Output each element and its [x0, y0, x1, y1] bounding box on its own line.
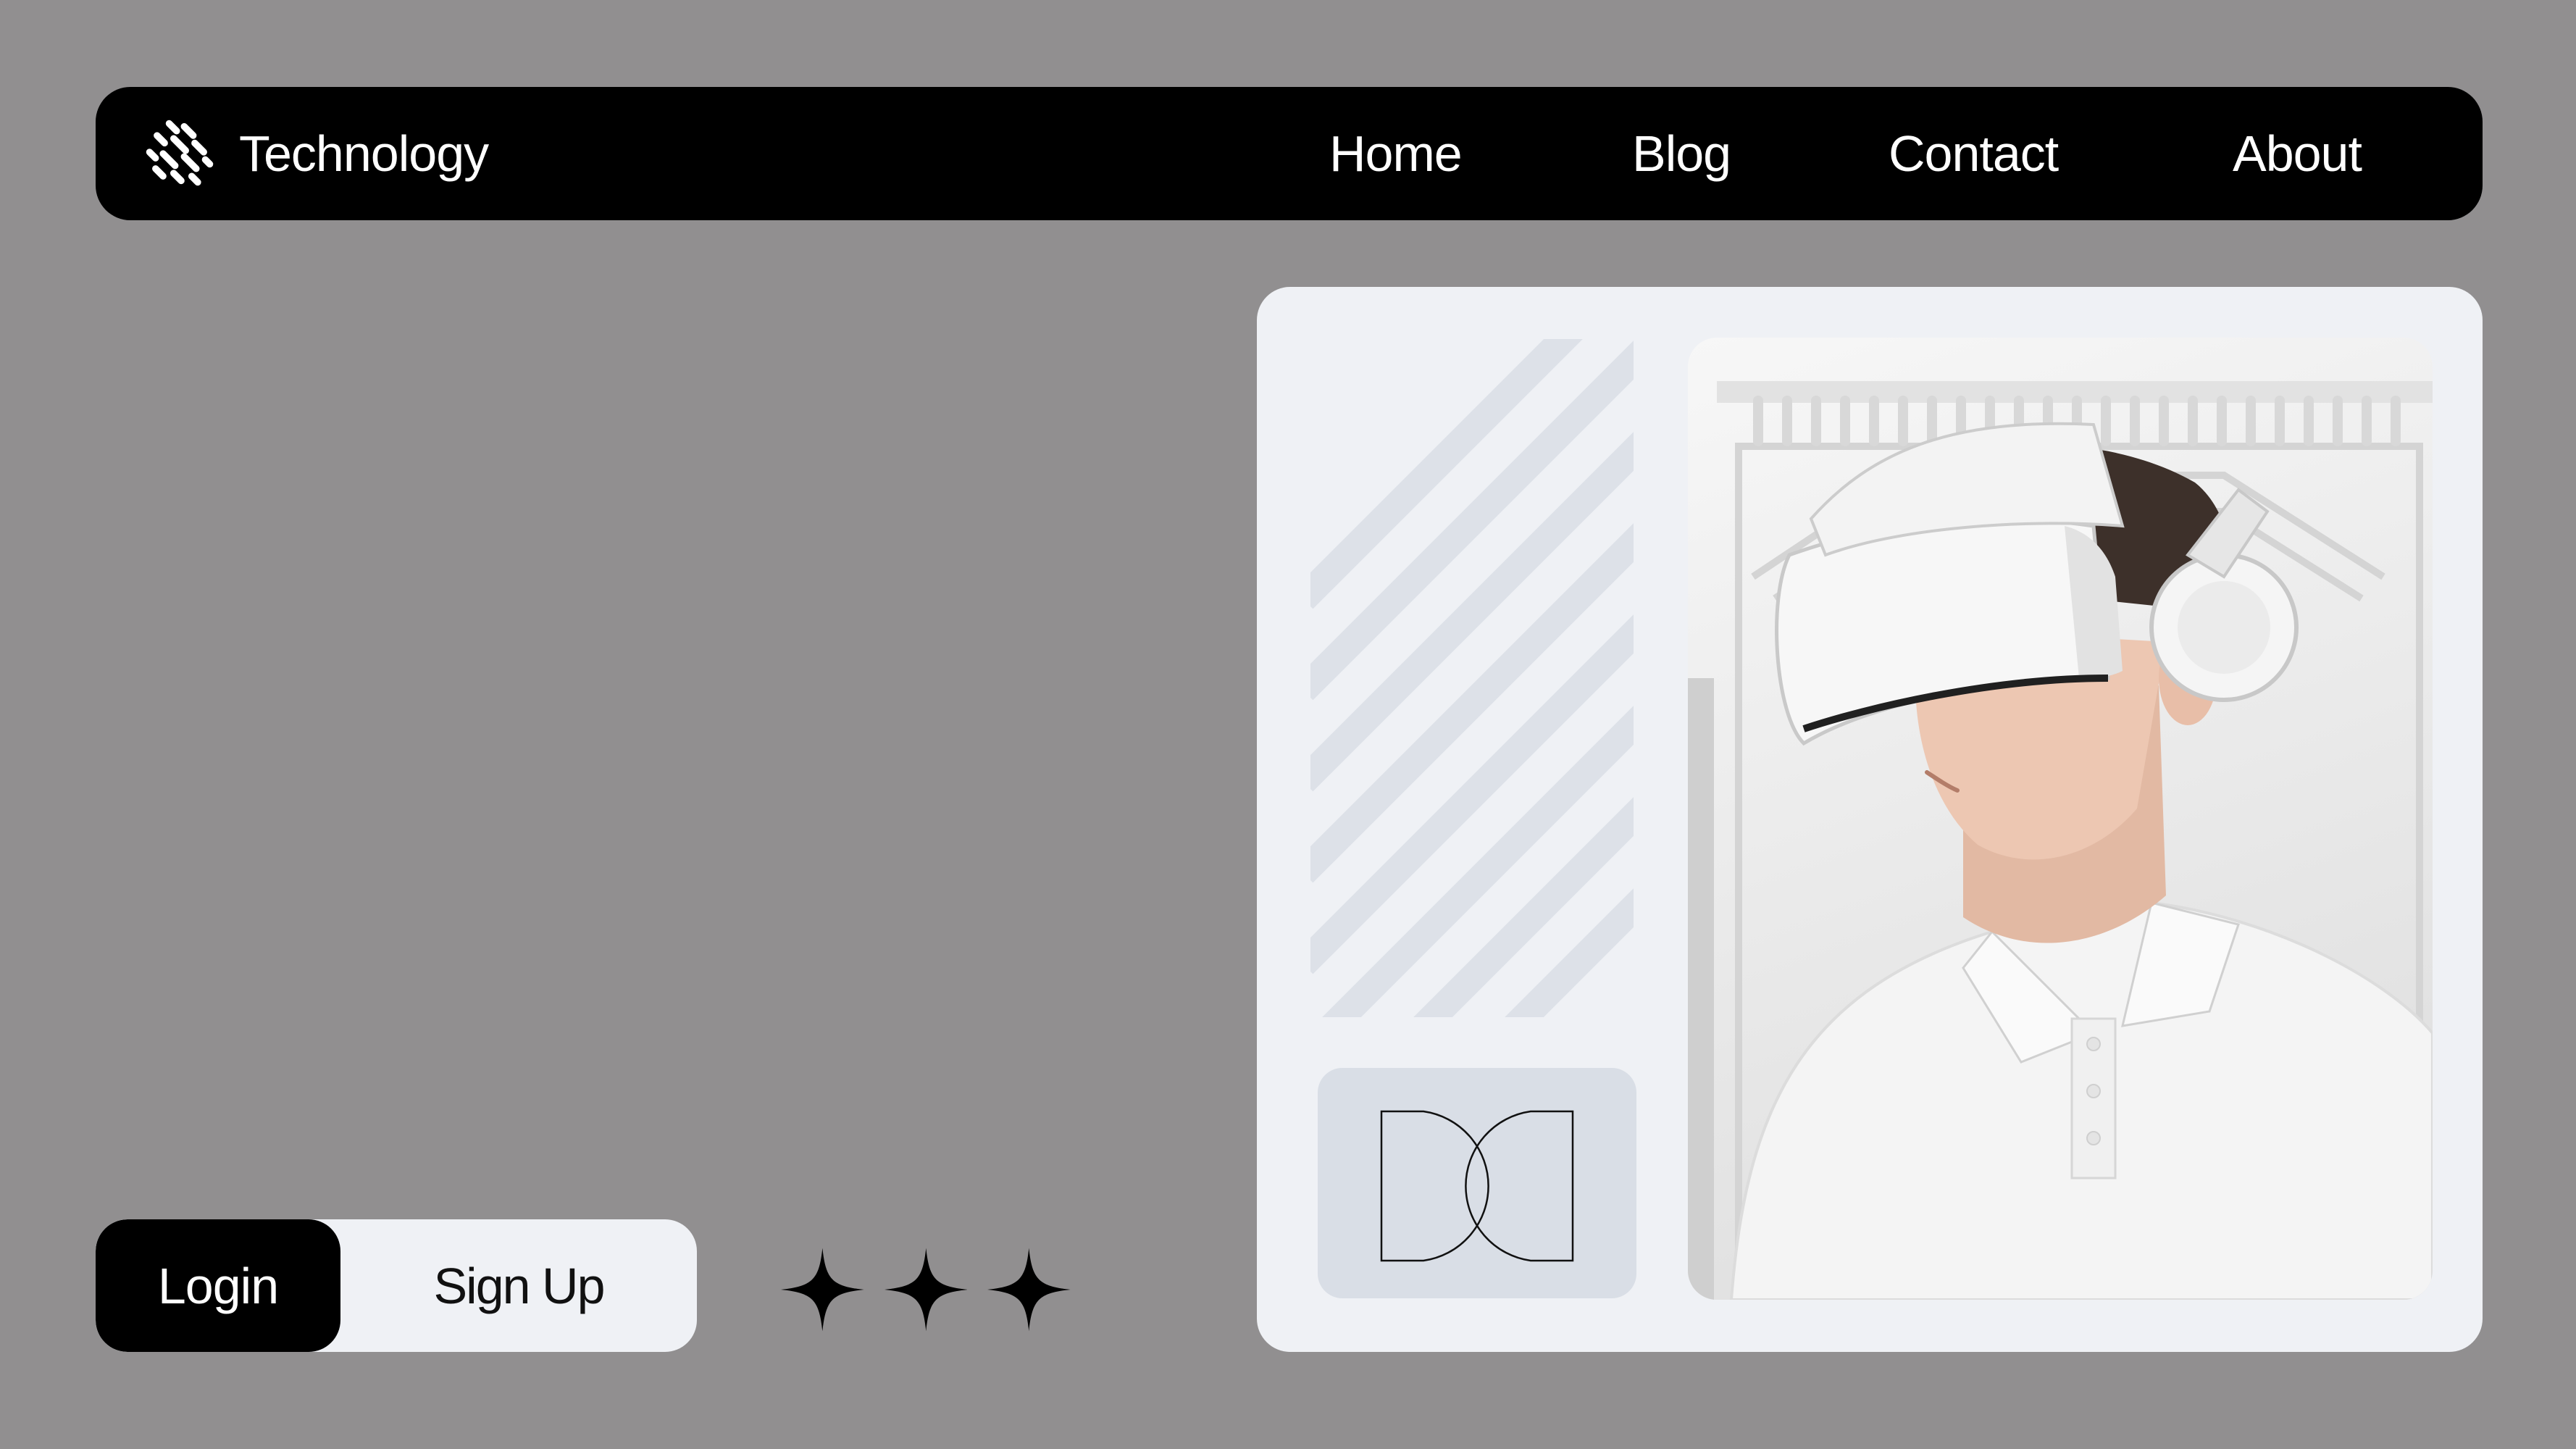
monogram-tile [1318, 1068, 1636, 1298]
brand-name: Technology [239, 125, 489, 182]
four-point-star-icon [884, 1248, 968, 1332]
login-button[interactable]: Login [96, 1219, 340, 1352]
nav-link-contact[interactable]: Contact [1889, 87, 2059, 220]
nav-link-blog[interactable]: Blog [1632, 87, 1731, 220]
monogram-dc-outline-icon [1380, 1110, 1574, 1262]
scattered-dash-logo-icon [146, 120, 214, 186]
hero-card [1257, 287, 2483, 1352]
top-navbar: Technology Home Blog Contact About [96, 87, 2483, 220]
sparkles-decoration [781, 1246, 1071, 1333]
nav-link-home[interactable]: Home [1329, 87, 1463, 220]
vr-headset-photo [1688, 338, 2433, 1300]
auth-toggle-group: Login Sign Up [96, 1219, 697, 1352]
signup-button[interactable]: Sign Up [340, 1219, 697, 1352]
four-point-star-icon [781, 1248, 864, 1332]
diagonal-stripes-pattern [1310, 339, 1634, 1017]
brand-home-link[interactable]: Technology [142, 87, 489, 220]
person-vr-illustration [1688, 381, 2433, 1300]
nav-link-about[interactable]: About [2233, 87, 2362, 220]
four-point-star-icon [987, 1248, 1071, 1332]
